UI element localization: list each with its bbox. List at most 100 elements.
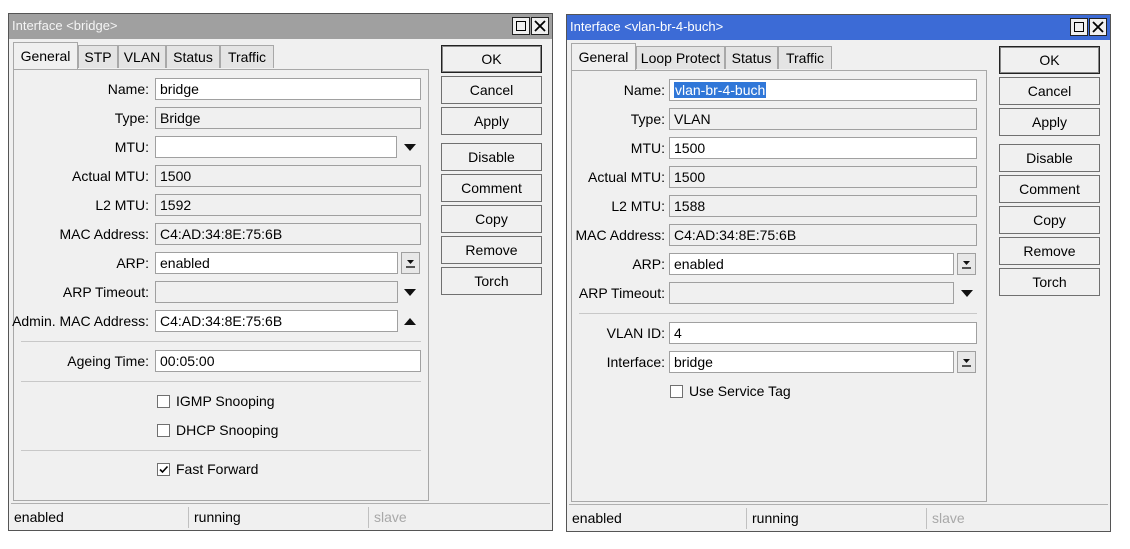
vlan-interface-window: Interface <vlan-br-4-buch> General Loop … — [566, 14, 1111, 532]
copy-button[interactable]: Copy — [999, 206, 1100, 234]
ageing-time-label: Ageing Time: — [67, 353, 149, 369]
window-title: Interface <vlan-br-4-buch> — [570, 19, 724, 34]
fast-forward-label: Fast Forward — [176, 461, 259, 477]
remove-button[interactable]: Remove — [999, 237, 1100, 265]
actual-mtu-field: 1500 — [155, 165, 421, 187]
arp-dropdown-button[interactable] — [957, 253, 976, 275]
dropdown-arrow-icon — [962, 261, 971, 269]
status-slave: slave — [374, 509, 407, 525]
actual-mtu-label: Actual MTU: — [71, 168, 149, 184]
interface-label: Interface: — [606, 354, 665, 370]
cancel-button[interactable]: Cancel — [999, 77, 1100, 105]
name-field[interactable]: vlan-br-4-buch — [669, 79, 977, 101]
mtu-label: MTU: — [114, 139, 149, 155]
tab-bar: General Loop Protect Status Traffic — [571, 43, 991, 70]
tab-traffic[interactable]: Traffic — [220, 45, 274, 68]
fast-forward-checkbox[interactable] — [157, 463, 170, 476]
separator — [21, 381, 421, 382]
selected-text: vlan-br-4-buch — [674, 82, 767, 98]
arp-timeout-field[interactable] — [155, 281, 398, 303]
mtu-expand-icon[interactable] — [404, 144, 416, 151]
dhcp-snooping-checkbox[interactable] — [157, 424, 170, 437]
ok-button[interactable]: OK — [999, 46, 1100, 74]
mtu-field[interactable]: 1500 — [669, 137, 977, 159]
tab-vlan[interactable]: VLAN — [118, 45, 166, 68]
bridge-interface-window: Interface <bridge> General STP VLAN Stat… — [8, 13, 553, 531]
disable-button[interactable]: Disable — [999, 144, 1100, 172]
status-slave: slave — [932, 510, 965, 526]
name-label: Name: — [107, 81, 149, 97]
igmp-snooping-checkbox[interactable] — [157, 395, 170, 408]
status-enabled: enabled — [11, 507, 189, 528]
mac-address-label: MAC Address: — [575, 227, 665, 243]
remove-button[interactable]: Remove — [441, 236, 542, 264]
arp-timeout-expand-icon[interactable] — [404, 289, 416, 296]
actual-mtu-field: 1500 — [669, 166, 977, 188]
comment-button[interactable]: Comment — [999, 175, 1100, 203]
vlan-id-field[interactable]: 4 — [669, 322, 977, 344]
ageing-time-field[interactable]: 00:05:00 — [155, 350, 421, 372]
interface-dropdown-button[interactable] — [957, 351, 976, 373]
apply-button[interactable]: Apply — [441, 107, 542, 135]
arp-label: ARP: — [632, 256, 665, 272]
apply-button[interactable]: Apply — [999, 108, 1100, 136]
tab-stp[interactable]: STP — [78, 45, 118, 68]
tab-status[interactable]: Status — [166, 45, 220, 68]
torch-button[interactable]: Torch — [999, 268, 1100, 296]
tab-loop-protect[interactable]: Loop Protect — [636, 46, 725, 69]
maximize-button[interactable] — [512, 17, 530, 35]
separator — [21, 341, 421, 342]
l2mtu-field: 1588 — [669, 195, 977, 217]
copy-button[interactable]: Copy — [441, 205, 542, 233]
comment-button[interactable]: Comment — [441, 174, 542, 202]
arp-select[interactable]: enabled — [155, 252, 398, 274]
tab-status[interactable]: Status — [725, 46, 778, 69]
mac-address-field: C4:AD:34:8E:75:6B — [155, 223, 421, 245]
status-running: running — [191, 507, 369, 528]
separator — [21, 450, 421, 451]
close-icon — [534, 20, 546, 32]
arp-timeout-expand-icon[interactable] — [961, 290, 973, 297]
arp-select[interactable]: enabled — [669, 253, 954, 275]
interface-select[interactable]: bridge — [669, 351, 954, 373]
close-button[interactable] — [531, 17, 549, 35]
maximize-icon — [516, 21, 526, 31]
actual-mtu-label: Actual MTU: — [587, 169, 665, 185]
title-bar[interactable]: Interface <bridge> — [9, 14, 552, 39]
title-bar[interactable]: Interface <vlan-br-4-buch> — [567, 15, 1110, 40]
checkmark-icon — [159, 465, 169, 474]
admin-mac-label: Admin. MAC Address: — [12, 313, 149, 329]
vlan-id-label: VLAN ID: — [606, 325, 665, 341]
mtu-field[interactable] — [155, 136, 397, 158]
mac-address-label: MAC Address: — [59, 226, 149, 242]
tab-general[interactable]: General — [571, 43, 636, 70]
separator — [579, 313, 977, 314]
tab-traffic[interactable]: Traffic — [778, 46, 832, 69]
arp-timeout-label: ARP Timeout: — [62, 284, 149, 300]
maximize-button[interactable] — [1070, 18, 1088, 36]
tab-bar: General STP VLAN Status Traffic — [13, 42, 433, 69]
admin-mac-field[interactable]: C4:AD:34:8E:75:6B — [155, 310, 398, 332]
use-service-tag-checkbox[interactable] — [670, 385, 683, 398]
name-label: Name: — [623, 82, 665, 98]
torch-button[interactable]: Torch — [441, 267, 542, 295]
use-service-tag-label: Use Service Tag — [689, 383, 791, 399]
admin-mac-collapse-icon[interactable] — [404, 318, 416, 325]
status-bar: enabled running slave — [569, 504, 1108, 530]
igmp-snooping-label: IGMP Snooping — [176, 393, 275, 409]
disable-button[interactable]: Disable — [441, 143, 542, 171]
dropdown-arrow-icon — [406, 260, 415, 268]
status-enabled: enabled — [569, 508, 747, 529]
mac-address-field: C4:AD:34:8E:75:6B — [669, 224, 977, 246]
name-field[interactable]: bridge — [155, 78, 421, 100]
arp-timeout-field[interactable] — [669, 282, 954, 304]
close-button[interactable] — [1089, 18, 1107, 36]
arp-dropdown-button[interactable] — [401, 252, 420, 274]
dhcp-snooping-label: DHCP Snooping — [176, 422, 279, 438]
status-bar: enabled running slave — [11, 503, 550, 529]
ok-button[interactable]: OK — [441, 45, 542, 73]
l2mtu-label: L2 MTU: — [611, 198, 665, 214]
arp-timeout-label: ARP Timeout: — [578, 285, 665, 301]
tab-general[interactable]: General — [13, 42, 78, 69]
cancel-button[interactable]: Cancel — [441, 76, 542, 104]
